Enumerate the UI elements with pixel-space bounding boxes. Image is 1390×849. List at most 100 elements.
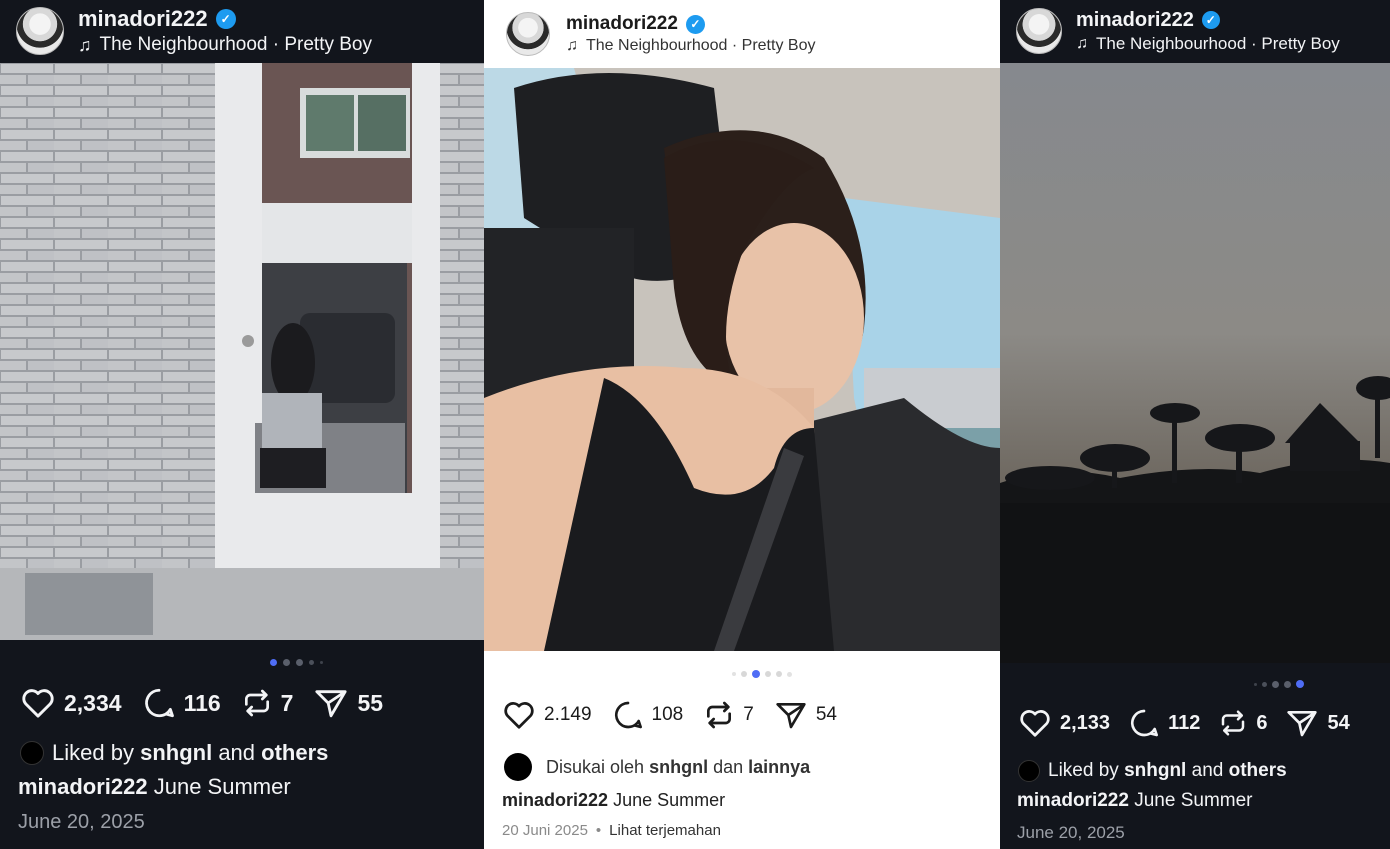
verified-icon: ✓ [685,14,705,34]
carousel-dots [732,670,792,678]
post-header: minadori222 ✓ ♫ The Neighbourhood · Pret… [484,0,1000,68]
caption-text: June Summer [613,790,726,810]
post-photo[interactable] [1000,63,1390,663]
carousel-dot[interactable] [320,661,323,664]
share-button[interactable]: 54 [774,699,837,731]
comment-count: 112 [1168,711,1201,734]
post-panel-2: minadori222 ✓ ♫ The Neighbourhood · Pret… [484,0,1000,849]
liked-suffix[interactable]: others [1229,760,1287,781]
carousel-dot-active[interactable] [752,670,760,678]
carousel-dot[interactable] [1254,682,1257,686]
like-count: 2.149 [544,704,592,725]
comment-button[interactable]: 116 [142,686,221,720]
username[interactable]: minadori222 [78,6,208,32]
username[interactable]: minadori222 [566,13,678,35]
carousel-dots [1254,680,1304,688]
music-note-icon: ♫ [1076,34,1088,52]
share-button[interactable]: 55 [313,686,383,720]
caption: minadori222 June Summer [502,790,725,811]
action-bar: 2,334 116 7 55 [20,684,383,722]
caption-text: June Summer [1134,790,1253,811]
action-bar: 2.149 108 7 54 [502,697,837,733]
carousel-dot[interactable] [1284,680,1291,688]
comment-count: 116 [183,689,221,716]
liked-mid: dan [713,756,744,777]
carousel-dot[interactable] [776,671,782,677]
share-icon [1287,711,1318,737]
heart-icon [22,689,54,718]
repost-count: 7 [743,704,754,725]
carousel-dot[interactable] [309,660,314,665]
like-button[interactable]: 2.149 [502,700,592,730]
repost-count: 6 [1256,711,1268,734]
repost-button[interactable]: 7 [241,686,294,720]
caption-username[interactable]: minadori222 [502,790,608,810]
carousel-dot[interactable] [787,671,792,677]
carousel-dot[interactable] [741,671,747,677]
caption: minadori222 June Summer [1017,790,1253,812]
comment-icon [144,688,174,718]
liked-user[interactable]: snhgnl [140,740,212,765]
caption-username[interactable]: minadori222 [1017,790,1129,811]
caption-username[interactable]: minadori222 [18,774,148,799]
music-label[interactable]: The Neighbourhood · Pretty Boy [1096,34,1340,54]
repost-icon [1222,710,1245,736]
post-photo[interactable] [484,68,1000,651]
liked-mid: and [218,740,256,765]
post-date: 20 Juni 2025 [502,822,588,839]
repost-button[interactable]: 6 [1218,707,1267,739]
comment-count: 108 [651,704,684,725]
liked-user[interactable]: snhgnl [649,757,708,777]
avatar[interactable] [1016,8,1062,54]
heart-icon [504,702,534,729]
liked-by-row[interactable]: Liked by snhgnl and others [20,740,328,766]
share-count: 55 [357,689,384,716]
share-button[interactable]: 54 [1285,707,1350,739]
photo-brick-wall-mirror [0,63,484,640]
comment-button[interactable]: 108 [612,699,684,731]
share-count: 54 [1327,711,1350,734]
liked-prefix: Disukai oleh [546,756,645,777]
music-label[interactable]: The Neighbourhood · Pretty Boy [586,37,815,55]
post-date: June 20, 2025 [18,811,145,833]
post-header: minadori222 ✓ ♫ The Neighbourhood · Pret… [0,0,484,62]
carousel-dot[interactable] [296,659,303,666]
photo-dusk-trees [1000,63,1390,663]
carousel-dot[interactable] [765,671,771,677]
liker-avatar [20,741,44,765]
music-label[interactable]: The Neighbourhood · Pretty Boy [100,34,373,56]
carousel-dot[interactable] [1262,681,1267,687]
avatar[interactable] [16,7,64,55]
music-note-icon: ♫ [78,35,92,55]
repost-button[interactable]: 7 [703,699,754,731]
caption-text: June Summer [153,774,291,799]
post-panel-1: minadori222 ✓ ♫ The Neighbourhood · Pret… [0,0,484,849]
carousel-dot[interactable] [732,672,736,676]
action-bar: 2,133 112 6 54 [1018,705,1350,741]
carousel-dot-active[interactable] [1296,680,1304,688]
share-icon [776,703,806,729]
post-date-row: 20 Juni 2025 • Lihat terjemahan [502,822,721,839]
carousel-dots [270,659,323,666]
carousel-dot-active[interactable] [270,659,277,666]
avatar[interactable] [506,12,550,56]
heart-icon [1020,710,1050,737]
post-panel-3: minadori222 ✓ ♫ The Neighbourhood · Pret… [1000,0,1390,849]
photo-car-selfie [484,68,1000,651]
liked-by-row[interactable]: Disukai oleh snhgnl dan lainnya [504,753,810,781]
liked-user[interactable]: snhgnl [1124,760,1186,781]
liked-by-row[interactable]: Liked by snhgnl and others [1018,760,1287,782]
liked-suffix[interactable]: others [261,740,328,765]
carousel-dot[interactable] [1272,680,1279,688]
date-separator: • [595,822,602,839]
carousel-dot[interactable] [283,659,290,666]
post-photo[interactable] [0,63,484,640]
translate-link[interactable]: Lihat terjemahan [609,822,721,839]
repost-count: 7 [280,689,294,716]
liked-suffix[interactable]: lainnya [748,757,810,777]
username[interactable]: minadori222 [1076,9,1194,32]
comment-button[interactable]: 112 [1128,707,1200,739]
like-button[interactable]: 2,334 [20,687,122,719]
like-count: 2,334 [64,689,122,716]
like-button[interactable]: 2,133 [1018,708,1110,738]
